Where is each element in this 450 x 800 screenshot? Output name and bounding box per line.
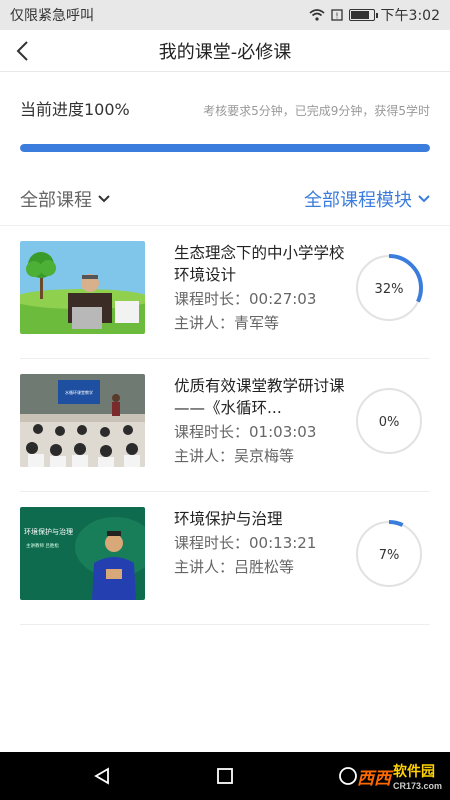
status-icons: ! 下午3:02: [309, 5, 440, 25]
course-info: 生态理念下的中小学学校环境设计 课程时长：00:27:03 主讲人：青军等: [174, 242, 352, 334]
course-speaker: 主讲人：吴京梅等: [174, 446, 352, 467]
board-text: 水循环课堂教学: [65, 389, 93, 395]
progress-bar-fill: [20, 144, 430, 152]
course-title: 环境保护与治理: [174, 510, 283, 528]
wifi-icon: [309, 9, 325, 21]
page-title: 我的课堂-必修课: [158, 41, 292, 63]
course-filter-dropdown[interactable]: 全部课程: [20, 186, 110, 212]
speaker-label: 主讲人：: [174, 314, 235, 332]
duration-label: 课程时长：: [174, 423, 250, 441]
circle-icon: [339, 767, 358, 785]
course-title: 生态理念下的中小学学校环境设计: [174, 244, 345, 284]
back-nav-button[interactable]: [90, 764, 114, 788]
clock-text: 下午3:02: [380, 8, 440, 24]
course-progress-ring: 0%: [356, 388, 422, 454]
course-duration: 课程时长：00:13:21: [174, 533, 352, 554]
watermark-brand: 西西: [356, 768, 391, 788]
course-thumbnail: [20, 241, 145, 334]
progress-bar: [20, 144, 430, 152]
course-list: 生态理念下的中小学学校环境设计 课程时长：00:27:03 主讲人：青军等 32…: [0, 226, 450, 625]
course-progress-text: 0%: [379, 415, 400, 430]
course-speaker: 主讲人：吕胜松等: [174, 557, 352, 578]
duration-value: 00:27:03: [249, 290, 317, 308]
duration-value: 01:03:03: [249, 423, 317, 441]
module-filter-label: 全部课程模块: [304, 189, 412, 211]
course-thumbnail: 环境保护与治理 主讲教师 吕胜松: [20, 507, 145, 600]
course-item[interactable]: 生态理念下的中小学学校环境设计 课程时长：00:27:03 主讲人：青军等 32…: [20, 226, 430, 359]
course-thumbnail: 水循环课堂教学: [20, 374, 145, 467]
module-filter-dropdown[interactable]: 全部课程模块: [304, 186, 430, 212]
chevron-down-icon: [418, 194, 430, 202]
course-filter-label: 全部课程: [20, 189, 92, 211]
watermark-url: CR173.com: [392, 781, 442, 791]
duration-label: 课程时长：: [174, 534, 250, 552]
course-item[interactable]: 水循环课堂教学 优质有效课堂教学研讨课——《水循环... 课程时长：01:03:…: [20, 359, 430, 492]
duration-label: 课程时长：: [174, 290, 250, 308]
filter-bar: 全部课程 全部课程模块: [0, 172, 450, 226]
course-progress-ring: 32%: [355, 254, 423, 322]
course-progress-text: 7%: [379, 548, 400, 563]
speaker-label: 主讲人：: [174, 558, 235, 576]
chevron-left-icon: [16, 41, 28, 61]
battery-icon: [348, 9, 378, 21]
course-info: 优质有效课堂教学研讨课——《水循环... 课程时长：01:03:03 主讲人：吴…: [174, 375, 352, 467]
course-title: 优质有效课堂教学研讨课——《水循环...: [174, 377, 345, 417]
title-bar: 我的课堂-必修课: [0, 30, 450, 72]
course-item[interactable]: 环境保护与治理 主讲教师 吕胜松 环境保护与治理 课程时长：00:13:21 主…: [20, 492, 430, 625]
square-icon: [217, 768, 233, 784]
course-info: 环境保护与治理 课程时长：00:13:21 主讲人：吕胜松等: [174, 508, 352, 578]
progress-label: 当前进度100%: [20, 100, 130, 119]
speaker-value: 吕胜松等: [234, 558, 295, 576]
chevron-down-icon: [98, 194, 110, 202]
carrier-text: 仅限紧急呼叫: [10, 8, 94, 24]
recents-nav-button[interactable]: [213, 764, 237, 788]
course-progress-text: 32%: [375, 282, 404, 297]
board-title-text: 环境保护与治理: [24, 527, 73, 536]
course-duration: 课程时长：00:27:03: [174, 289, 352, 310]
duration-value: 00:13:21: [249, 534, 317, 552]
course-speaker: 主讲人：青军等: [174, 313, 352, 334]
svg-text:!: !: [335, 12, 338, 21]
board-subtitle-text: 主讲教师 吕胜松: [26, 542, 59, 549]
course-duration: 课程时长：01:03:03: [174, 422, 352, 443]
status-bar: 仅限紧急呼叫 ! 下午3:02: [0, 0, 450, 30]
speaker-value: 青军等: [234, 314, 280, 332]
progress-section: 当前进度100% 考核要求5分钟，已完成9分钟，获得5学时: [0, 72, 450, 162]
progress-detail: 考核要求5分钟，已完成9分钟，获得5学时: [203, 104, 430, 118]
back-button[interactable]: [10, 36, 34, 66]
sim-icon: !: [330, 9, 343, 21]
watermark-name: 软件园: [392, 763, 435, 779]
speaker-value: 吴京梅等: [234, 447, 295, 465]
speaker-label: 主讲人：: [174, 447, 235, 465]
back-triangle-icon: [93, 767, 109, 785]
watermark-logo: 西西 软件园 CR173.com: [357, 756, 442, 796]
course-progress-ring: 7%: [355, 520, 423, 588]
